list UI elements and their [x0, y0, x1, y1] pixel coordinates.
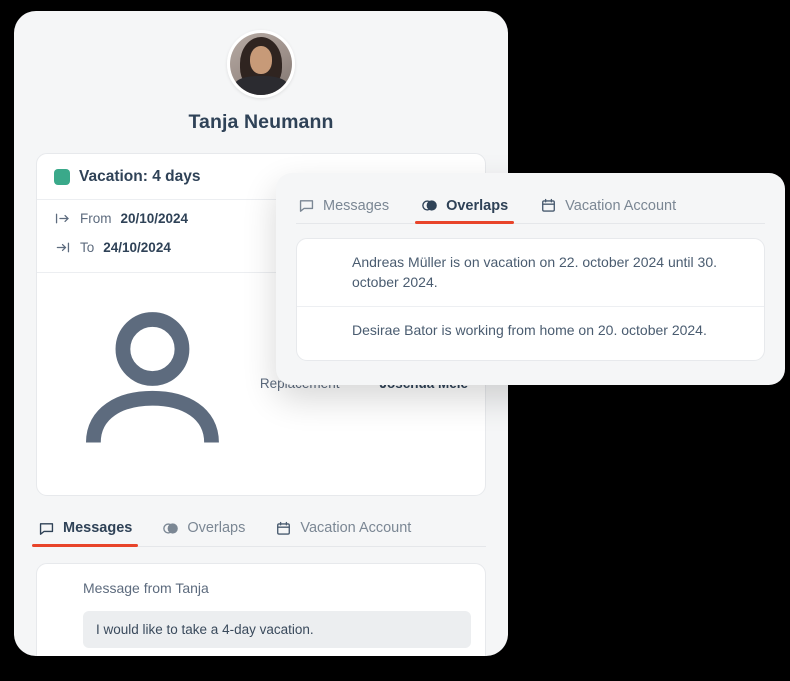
- arrow-to-icon: [56, 242, 70, 253]
- overlay-tab-messages[interactable]: Messages: [296, 191, 391, 223]
- user-icon: [85, 312, 219, 444]
- overlaps-overlay-panel: Messages Overlaps Vacation Account Andre…: [276, 173, 785, 385]
- status-badge: [54, 169, 70, 185]
- page-title: Tanja Neumann: [188, 111, 334, 133]
- overlaps-circles-icon: [422, 200, 437, 211]
- list-item[interactable]: Andreas Müller is on vacation on 22. oct…: [297, 239, 764, 306]
- arrow-from-icon: [55, 213, 69, 224]
- date-from-label: From: [80, 211, 112, 226]
- tab-overlaps[interactable]: Overlaps: [160, 514, 247, 546]
- list-item-text: Andreas Müller is on vacation on 22. oct…: [352, 254, 718, 291]
- avatar: [227, 30, 295, 98]
- screen: Tanja Neumann Vacation: 4 days From 20/1…: [0, 0, 790, 681]
- message-sender-label: Message from Tanja: [83, 580, 209, 597]
- tab-label: Vacation Account: [565, 197, 677, 214]
- avatar: [313, 321, 339, 347]
- tab-label: Messages: [323, 197, 390, 214]
- overlaps-circles-icon: [163, 523, 179, 534]
- chat-bubble-icon: [39, 523, 54, 535]
- list-item[interactable]: Desirae Bator is working from home on 20…: [297, 305, 764, 360]
- tab-label: Vacation Account: [300, 520, 412, 537]
- message-bubble: I would like to take a 4-day vacation.: [83, 610, 471, 648]
- date-from-value: 20/10/2024: [120, 211, 189, 226]
- overlaps-list: Andreas Müller is on vacation on 22. oct…: [296, 238, 765, 361]
- tab-bar: Messages Overlaps Vacation Account: [31, 514, 486, 547]
- overlay-tab-overlaps[interactable]: Overlaps: [415, 191, 515, 224]
- date-to-label: To: [80, 240, 95, 255]
- avatar: [51, 577, 74, 600]
- calendar-icon: [542, 198, 556, 212]
- tab-label: Overlaps: [446, 197, 509, 214]
- date-to-value: 24/10/2024: [103, 240, 171, 255]
- vacation-title: Vacation: 4 days: [79, 168, 201, 185]
- message-sender: Message from Tanja: [51, 577, 471, 600]
- chat-bubble-icon: [299, 200, 314, 212]
- list-item-text: Desirae Bator is working from home on 20…: [352, 321, 707, 338]
- tab-vacation-account[interactable]: Vacation Account: [273, 514, 413, 546]
- tab-label: Overlaps: [187, 520, 246, 537]
- overlay-tab-vacation-account[interactable]: Vacation Account: [538, 191, 678, 223]
- avatar: [313, 253, 339, 279]
- messages-panel: Message from Tanja I would like to take …: [36, 562, 486, 656]
- tab-label: Messages: [63, 520, 133, 537]
- overlay-tab-bar: Messages Overlaps Vacation Account: [296, 191, 765, 224]
- tab-messages[interactable]: Messages: [31, 514, 139, 547]
- profile-header: Tanja Neumann: [14, 11, 508, 134]
- calendar-icon: [277, 521, 291, 535]
